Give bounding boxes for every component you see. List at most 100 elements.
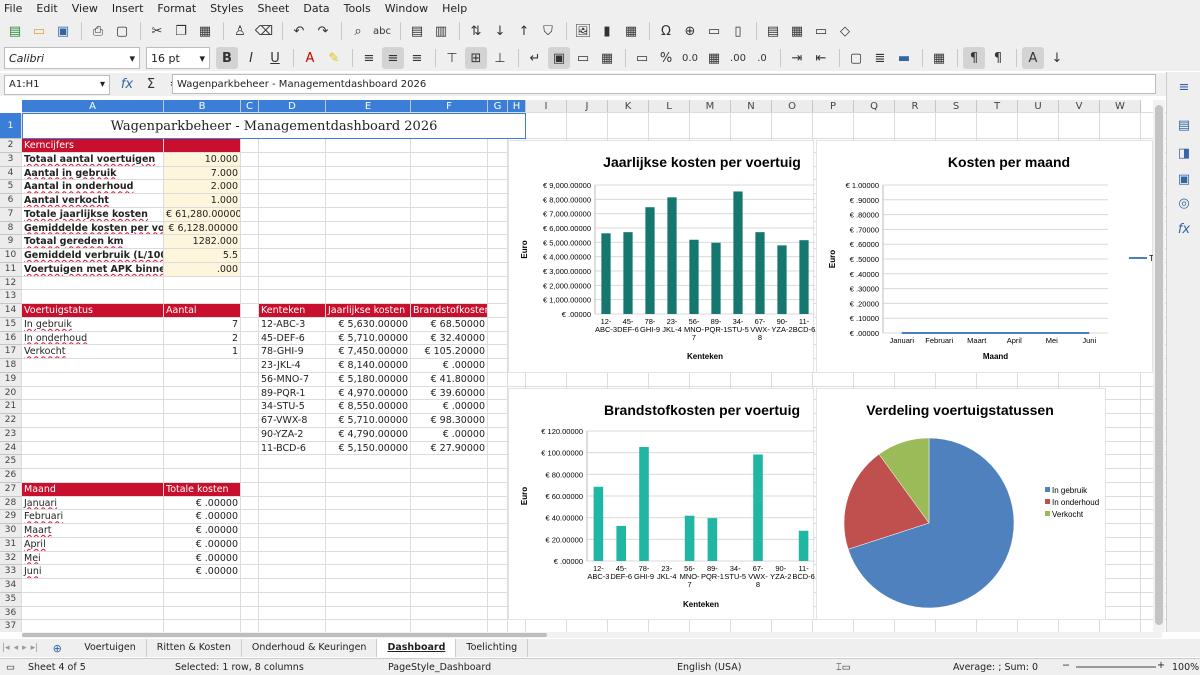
status-header[interactable]: Voertuigstatus bbox=[22, 304, 163, 317]
percent-format-icon[interactable]: % bbox=[655, 47, 677, 69]
kpi-header-fill[interactable] bbox=[164, 139, 240, 152]
status-label[interactable]: In gebruik bbox=[22, 318, 163, 331]
underline-icon[interactable]: U bbox=[264, 47, 286, 69]
formula-input[interactable]: Wagenparkbeheer - Managementdashboard 20… bbox=[172, 74, 1156, 94]
kpi-label[interactable]: Aantal in gebruik bbox=[22, 167, 163, 180]
menu-item-insert[interactable]: Insert bbox=[112, 2, 144, 15]
vehicle-plate[interactable]: 45-DEF-6 bbox=[259, 332, 325, 345]
vehicle-cost[interactable]: € 4,790.00000 bbox=[326, 428, 410, 441]
vehicle-header[interactable]: Kenteken bbox=[259, 304, 325, 317]
kpi-value[interactable]: 2.000 bbox=[164, 180, 240, 193]
vehicle-fuel[interactable]: € 68.50000 bbox=[411, 318, 487, 331]
row-header[interactable]: 10 bbox=[0, 249, 22, 263]
vehicle-cost[interactable]: € 5,710.00000 bbox=[326, 332, 410, 345]
row-icon[interactable]: ▤ bbox=[406, 20, 428, 42]
status-header[interactable]: Aantal bbox=[164, 304, 240, 317]
show-draw-functions-icon[interactable]: ◇ bbox=[834, 20, 856, 42]
kpi-label[interactable]: Voertuigen met APK binnen 30 dagen bbox=[22, 263, 163, 276]
month-label[interactable]: Juni bbox=[22, 565, 163, 578]
open-folder-icon[interactable]: ▭ bbox=[28, 20, 50, 42]
border-color-icon[interactable]: ▬ bbox=[893, 47, 915, 69]
find-replace-icon[interactable]: ⌕ bbox=[347, 20, 369, 42]
cut-icon[interactable]: ✂ bbox=[146, 20, 168, 42]
function-wizard-icon[interactable]: fx bbox=[116, 74, 138, 96]
vehicle-fuel[interactable]: € 27.90000 bbox=[411, 442, 487, 455]
align-left-icon[interactable]: ≡ bbox=[358, 47, 380, 69]
hyperlink-icon[interactable]: ⊕ bbox=[679, 20, 701, 42]
menu-item-file[interactable]: File bbox=[4, 2, 22, 15]
row-header[interactable]: 16 bbox=[0, 331, 22, 346]
align-center-icon[interactable]: ≡ bbox=[382, 47, 404, 69]
row-header[interactable]: 15 bbox=[0, 317, 22, 332]
chart-monthly-cost[interactable]: Kosten per maand € .00000 € .10000 € .20000… bbox=[816, 140, 1154, 373]
month-label[interactable]: Maart bbox=[22, 524, 163, 537]
sheet-tab[interactable]: Onderhoud & Keuringen bbox=[242, 639, 378, 657]
vehicle-plate[interactable]: 12-ABC-3 bbox=[259, 318, 325, 331]
menu-item-edit[interactable]: Edit bbox=[36, 2, 57, 15]
row-header[interactable]: 32 bbox=[0, 551, 22, 566]
kpi-value[interactable]: .000 bbox=[164, 262, 240, 276]
page-style[interactable]: PageStyle_Dashboard bbox=[388, 662, 491, 673]
row-header[interactable]: 17 bbox=[0, 345, 22, 359]
row-header[interactable]: 14 bbox=[0, 304, 22, 318]
kpi-label[interactable]: Gemiddelde kosten per voertuig bbox=[22, 222, 163, 235]
row-header[interactable]: 22 bbox=[0, 414, 22, 428]
name-box[interactable]: A1:H1 ▾ bbox=[4, 74, 110, 95]
define-print-area-icon[interactable]: ▤ bbox=[762, 20, 784, 42]
column-icon[interactable]: ▥ bbox=[430, 20, 452, 42]
row-header[interactable]: 36 bbox=[0, 606, 22, 621]
wrap-text-icon[interactable]: ↵ bbox=[524, 47, 546, 69]
insert-chart-icon[interactable]: ▮ bbox=[596, 20, 618, 42]
menu-item-help[interactable]: Help bbox=[442, 2, 467, 15]
menu-item-tools[interactable]: Tools bbox=[344, 2, 371, 15]
undo-icon[interactable]: ↶ bbox=[288, 20, 310, 42]
chart-fuel-cost[interactable]: Brandstofkosten per voertuig € .00000 € 20… bbox=[508, 388, 815, 620]
delete-decimal-icon[interactable]: .0 bbox=[751, 47, 773, 69]
vertical-scrollbar[interactable] bbox=[1153, 100, 1165, 632]
vehicle-cost[interactable]: € 4,970.00000 bbox=[326, 387, 410, 400]
row-header[interactable]: 28 bbox=[0, 496, 22, 511]
row-header[interactable]: 9 bbox=[0, 235, 22, 249]
vehicle-fuel[interactable]: € .00000 bbox=[411, 359, 487, 372]
sum-icon[interactable]: Σ bbox=[140, 74, 162, 96]
row-header[interactable]: 35 bbox=[0, 592, 22, 607]
row-header[interactable]: 27 bbox=[0, 482, 22, 497]
vehicle-fuel[interactable]: € .00000 bbox=[411, 428, 487, 441]
kpi-label[interactable]: Totaal gereden km bbox=[22, 235, 163, 248]
add-sheet-icon[interactable]: ⊕ bbox=[46, 637, 68, 659]
print-icon[interactable]: ⎙ bbox=[87, 20, 109, 42]
status-value[interactable]: 2 bbox=[164, 332, 240, 345]
dashboard-title[interactable]: Wagenparkbeheer - Managementdashboard 20… bbox=[22, 113, 526, 139]
sort-icon[interactable]: ⇅ bbox=[465, 20, 487, 42]
month-label[interactable]: Mei bbox=[22, 552, 163, 565]
vehicle-plate[interactable]: 23-JKL-4 bbox=[259, 359, 325, 372]
chart-status-pie[interactable]: Verdeling voertuigstatussen In gebruik In … bbox=[816, 388, 1106, 620]
decrease-indent-icon[interactable]: ⇤ bbox=[810, 47, 832, 69]
row-header[interactable]: 30 bbox=[0, 524, 22, 538]
vehicle-cost[interactable]: € 7,450.00000 bbox=[326, 345, 410, 358]
row-header[interactable]: 2 bbox=[0, 139, 22, 153]
freeze-rows-columns-icon[interactable]: ▦ bbox=[786, 20, 808, 42]
sum-display[interactable]: Average: ; Sum: 0 bbox=[953, 662, 1038, 673]
row-header[interactable]: 23 bbox=[0, 427, 22, 442]
header-footer-icon[interactable]: ▯ bbox=[727, 20, 749, 42]
menu-item-format[interactable]: Format bbox=[157, 2, 196, 15]
row-header[interactable]: 37 bbox=[0, 620, 22, 632]
text-direction-horizontal-icon[interactable]: A bbox=[1022, 47, 1044, 69]
conditional-format-icon[interactable]: ▦ bbox=[928, 47, 950, 69]
sheet-tab[interactable]: Ritten & Kosten bbox=[147, 639, 242, 657]
align-middle-icon[interactable]: ⊞ bbox=[465, 47, 487, 69]
menu-icon[interactable]: ≡ bbox=[1176, 80, 1192, 96]
last-sheet-icon[interactable]: ▸| bbox=[31, 643, 39, 653]
number-format-icon[interactable]: 0.0 bbox=[679, 47, 701, 69]
row-header[interactable]: 25 bbox=[0, 455, 22, 469]
print-preview-icon[interactable]: ▢ bbox=[111, 20, 133, 42]
redo-icon[interactable]: ↷ bbox=[312, 20, 334, 42]
italic-icon[interactable]: I bbox=[240, 47, 262, 69]
borders-icon[interactable]: ▢ bbox=[845, 47, 867, 69]
vehicle-cost[interactable]: € 5,150.00000 bbox=[326, 442, 410, 455]
month-label[interactable]: April bbox=[22, 538, 163, 551]
kpi-label[interactable]: Gemiddeld verbruik (L/100 km) bbox=[22, 249, 163, 262]
menu-item-window[interactable]: Window bbox=[385, 2, 428, 15]
font-color-icon[interactable]: A bbox=[299, 47, 321, 69]
